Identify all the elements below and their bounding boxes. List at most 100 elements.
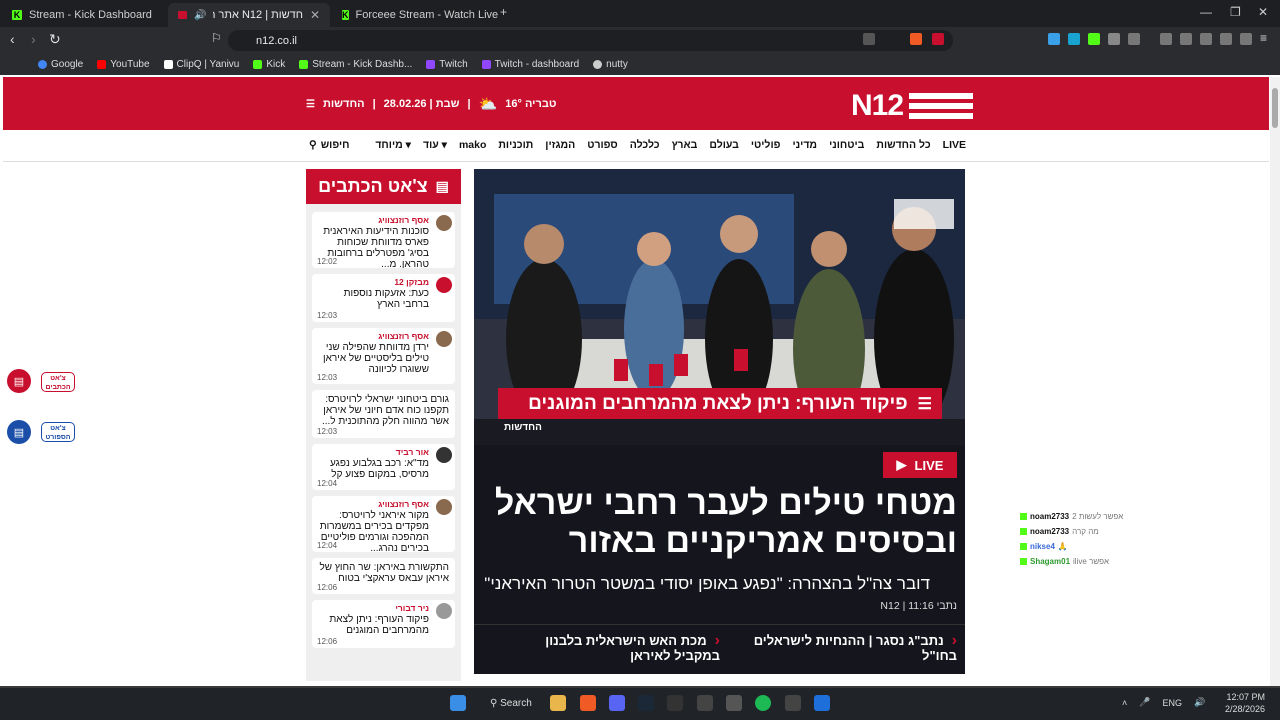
date-text: שבת | 28.02.26 bbox=[383, 98, 460, 110]
related-link[interactable]: ‹נתב"ג נסגר | ההנחיות לישראלים בחו"ל bbox=[735, 633, 957, 664]
related-link[interactable]: ‹מכת האש הישראלית בלבנון במקביל לאיראן bbox=[505, 632, 720, 664]
chat-message[interactable]: ניר דבורי פיקוד העורף: ניתן לצאת מהמרחבי… bbox=[312, 600, 455, 648]
bookmark-twitch-dashboard[interactable]: Twitch - dashboard bbox=[481, 59, 579, 70]
tab-kick-dashboard[interactable]: K Stream - Kick Dashboard bbox=[2, 3, 167, 27]
avatar bbox=[436, 215, 452, 231]
bookmark-youtube[interactable]: YouTube bbox=[97, 59, 150, 70]
extension-icon[interactable] bbox=[1088, 33, 1100, 45]
nav-item-diplomatic[interactable]: מדיני bbox=[792, 139, 817, 151]
url-input[interactable]: n12.co.il bbox=[228, 30, 953, 51]
brave-rewards-icon[interactable] bbox=[932, 33, 944, 45]
translate-icon[interactable] bbox=[863, 33, 875, 45]
leo-icon[interactable] bbox=[1220, 33, 1232, 45]
back-icon[interactable]: ‹ bbox=[10, 31, 15, 47]
close-tab-icon[interactable]: ✕ bbox=[310, 8, 320, 22]
bookmark-kick[interactable]: Kick bbox=[253, 59, 285, 70]
nav-item-magazine[interactable]: המגזין bbox=[545, 139, 575, 151]
volume-icon[interactable]: 🔊 bbox=[1194, 697, 1205, 708]
live-video[interactable]: ☰ פיקוד העורף: ניתן לצאת מהמרחבים המוגני… bbox=[474, 169, 965, 445]
music-icon[interactable] bbox=[1160, 33, 1172, 45]
chevron-up-icon[interactable]: ˄ bbox=[1122, 698, 1127, 708]
nav-item-all-news[interactable]: כל החדשות bbox=[876, 139, 930, 151]
n12-logo[interactable]: N12 bbox=[851, 89, 974, 123]
bookmark-kick-dashboard[interactable]: Stream - Kick Dashb... bbox=[299, 59, 412, 70]
page-scrollbar[interactable] bbox=[1270, 77, 1280, 686]
article-headline[interactable]: מטחי טילים לעבר רחבי ישראל ובסיסים אמריק… bbox=[487, 484, 957, 560]
puzzle-icon[interactable] bbox=[1108, 33, 1120, 45]
live-badge[interactable]: ▶ LIVE bbox=[883, 452, 957, 478]
nav-item-world[interactable]: בעולם bbox=[709, 139, 739, 151]
related-links: ‹נתב"ג נסגר | ההנחיות לישראלים בחו"ל ‹מכ… bbox=[474, 624, 965, 674]
url-text: n12.co.il bbox=[256, 34, 297, 47]
extension-icon[interactable] bbox=[1128, 33, 1140, 45]
search-icon: ⚲ bbox=[309, 139, 317, 151]
brave-shield-icon[interactable] bbox=[910, 33, 922, 45]
close-window-icon[interactable]: ✕ bbox=[1258, 5, 1268, 19]
chat-message[interactable]: אסף רוזנצוויג ירדן מדווחת שהפילה שני טיל… bbox=[312, 328, 455, 384]
reporters-chat: ▤ צ'אט הכתבים אסף רוזנצוויג סוכנות הידיע… bbox=[306, 169, 461, 686]
new-tab-button[interactable]: + bbox=[500, 5, 507, 19]
sidebar-icon[interactable] bbox=[1180, 33, 1192, 45]
nav-item-shows[interactable]: תוכניות bbox=[498, 139, 533, 151]
chevron-left-icon: ‹ bbox=[714, 632, 720, 649]
bookmark-clipq[interactable]: ClipQ | Yanivu bbox=[163, 59, 239, 70]
minimize-icon[interactable]: — bbox=[1200, 5, 1212, 19]
file-explorer-icon[interactable] bbox=[550, 695, 566, 711]
search-button[interactable]: ⚲ חיפוש bbox=[309, 139, 349, 151]
nav-item-politics[interactable]: פוליטי bbox=[751, 139, 781, 151]
kick-badge-icon bbox=[1020, 528, 1027, 535]
mic-icon[interactable]: 🎤 bbox=[1139, 697, 1150, 708]
reporters-chat-button[interactable]: ▤ bbox=[7, 369, 31, 393]
bookmark-nutty[interactable]: nutty bbox=[593, 59, 628, 70]
app-icon[interactable] bbox=[785, 695, 801, 711]
wallet-icon[interactable] bbox=[1200, 33, 1212, 45]
chat-message[interactable]: אסף רוזנצוויג סוכנות הידיעות האיראנית פא… bbox=[312, 212, 455, 268]
clock[interactable]: 12:07 PM 2/28/2026 bbox=[1225, 691, 1265, 715]
sports-chat-button[interactable]: ▤ bbox=[7, 420, 31, 444]
taskbar-search[interactable]: ⚲ Search bbox=[490, 698, 532, 709]
extension-icon[interactable] bbox=[1048, 33, 1060, 45]
nav-item-more[interactable]: עוד ▾ bbox=[423, 139, 447, 151]
spotify-icon[interactable] bbox=[755, 695, 771, 711]
kick-badge-icon bbox=[1020, 513, 1027, 520]
steam-icon[interactable] bbox=[638, 695, 654, 711]
nav-item-mako[interactable]: mako bbox=[459, 139, 486, 151]
language-indicator[interactable]: ENG bbox=[1162, 698, 1182, 708]
tab-n12[interactable]: 🔊 חדשות | N12 אתר החדשות מס ✕ bbox=[168, 3, 330, 27]
app-icon[interactable] bbox=[814, 695, 830, 711]
bookmark-twitch[interactable]: Twitch bbox=[426, 59, 468, 70]
reporters-chat-label[interactable]: צ'אט הכתבים bbox=[41, 372, 75, 392]
speaker-icon[interactable]: 🔊 bbox=[194, 10, 206, 21]
app-icon[interactable] bbox=[667, 695, 683, 711]
forward-icon[interactable]: › bbox=[31, 31, 36, 47]
nav-item-sport[interactable]: ספורט bbox=[587, 139, 618, 151]
vpn-icon[interactable] bbox=[1240, 33, 1252, 45]
bookmark-google[interactable]: Google bbox=[38, 59, 83, 70]
menu-icon[interactable]: ≡ bbox=[1260, 31, 1267, 45]
chat-message[interactable]: גורם ביטחוני ישראלי לרויטרס: תקפנו כוח א… bbox=[312, 390, 455, 438]
nav-item-economy[interactable]: כלכלה bbox=[630, 139, 660, 151]
nav-item-live[interactable]: LIVE bbox=[943, 139, 966, 151]
chat-message[interactable]: מבזקן 12 כעת: אזעקות נוספות ברחבי הארץ 1… bbox=[312, 274, 455, 322]
obs-icon[interactable] bbox=[726, 695, 742, 711]
tab-forceee-stream[interactable]: K Forceee Stream - Watch Live on Kick bbox=[332, 3, 500, 27]
brave-icon[interactable] bbox=[580, 695, 596, 711]
chat-message[interactable]: אסף רוזנצוויג מקור איראני לרויטרס: מפקדי… bbox=[312, 496, 455, 552]
scrollbar-thumb[interactable] bbox=[1272, 88, 1278, 128]
nav-item-israel[interactable]: בארץ bbox=[672, 139, 698, 151]
nav-item-special[interactable]: מיוחד ▾ bbox=[375, 139, 411, 151]
reload-icon[interactable]: ↻ bbox=[49, 31, 61, 48]
chat-message[interactable]: אור רביד מד"א: רכב בגלבוע נפגע מרסיס, במ… bbox=[312, 444, 455, 490]
main-article: ☰ פיקוד העורף: ניתן לצאת מהמרחבים המוגני… bbox=[474, 169, 965, 674]
chat-message[interactable]: התקשורת באיראן: שר החוץ של איראן עבאס ער… bbox=[312, 558, 455, 594]
extension-icon[interactable] bbox=[1068, 33, 1080, 45]
twitch-icon bbox=[481, 59, 491, 69]
video-ticker: ☰ פיקוד העורף: ניתן לצאת מהמרחבים המוגני… bbox=[498, 388, 942, 419]
sports-chat-label[interactable]: צ'אט הספורט bbox=[41, 422, 75, 442]
app-icon[interactable] bbox=[697, 695, 713, 711]
nav-item-security[interactable]: ביטחוני bbox=[829, 139, 864, 151]
start-icon[interactable] bbox=[450, 695, 466, 711]
restore-icon[interactable]: ❐ bbox=[1230, 5, 1241, 19]
bookmark-icon[interactable]: ⚐ bbox=[211, 31, 222, 45]
discord-icon[interactable] bbox=[609, 695, 625, 711]
